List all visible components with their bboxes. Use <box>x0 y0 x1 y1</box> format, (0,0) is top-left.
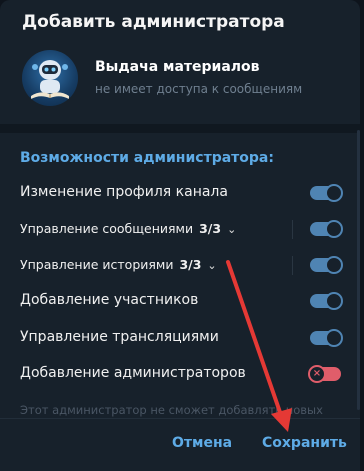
profile-name: Выдача материалов <box>95 59 260 75</box>
permission-label[interactable]: Управление историями 3/3 ⌄ <box>20 257 217 272</box>
permission-label-text: Управление сообщениями <box>20 221 194 236</box>
permissions-title: Возможности администратора: <box>20 150 274 166</box>
section-divider <box>0 124 360 133</box>
permission-toggle[interactable] <box>310 184 343 202</box>
permission-toggle[interactable] <box>310 292 343 310</box>
toggle-knob <box>325 329 343 347</box>
permission-toggle[interactable] <box>310 220 343 238</box>
permission-label-text: Управление историями <box>20 257 174 272</box>
permission-row[interactable]: Изменение профиля канала <box>0 175 360 211</box>
vertical-separator <box>292 256 293 275</box>
permission-count: 3/3 <box>179 257 202 272</box>
dialog-title: Добавить администратора <box>22 12 285 32</box>
permission-label: Управление трансляциями <box>20 329 219 345</box>
profile-header: Выдача материалов не имеет доступа к соо… <box>22 50 342 110</box>
toggle-knob <box>325 220 343 238</box>
permission-label[interactable]: Управление сообщениями 3/3 ⌄ <box>20 221 236 236</box>
chevron-down-icon[interactable]: ⌄ <box>207 259 216 272</box>
toggle-knob <box>325 256 343 274</box>
permission-row[interactable]: Добавление участников <box>0 283 360 319</box>
permission-label: Добавление администраторов <box>20 365 246 381</box>
cancel-button[interactable]: Отмена <box>172 435 232 451</box>
permissions-note: Этот администратор не сможет добавлять н… <box>20 403 323 417</box>
permission-count: 3/3 <box>199 221 222 236</box>
permission-row[interactable]: Добавление администраторов × <box>0 356 360 392</box>
toggle-knob <box>325 292 343 310</box>
vertical-separator <box>292 220 293 239</box>
robot-avatar <box>22 50 78 106</box>
permission-label-text: Управление трансляциями <box>20 329 219 345</box>
toggle-knob <box>325 184 343 202</box>
permission-row[interactable]: Управление трансляциями <box>0 320 360 356</box>
dialog-footer: Отмена Сохранить <box>0 418 360 471</box>
permission-row[interactable]: Управление историями 3/3 ⌄ <box>0 247 360 283</box>
permission-label-text: Добавление администраторов <box>20 365 246 381</box>
add-admin-dialog: Добавить администратора Выдача материало… <box>0 0 360 471</box>
permission-toggle[interactable] <box>310 256 343 274</box>
permission-row[interactable]: Управление сообщениями 3/3 ⌄ <box>0 211 360 247</box>
permission-toggle[interactable]: × <box>308 365 341 383</box>
close-icon: × <box>308 365 326 383</box>
permission-label-text: Изменение профиля канала <box>20 184 228 200</box>
chevron-down-icon[interactable]: ⌄ <box>227 223 236 236</box>
permission-label: Добавление участников <box>20 292 198 308</box>
profile-status: не имеет доступа к сообщениям <box>95 82 303 96</box>
permission-label: Изменение профиля канала <box>20 184 228 200</box>
permission-toggle[interactable] <box>310 329 343 347</box>
scrollbar[interactable] <box>357 130 360 410</box>
save-button[interactable]: Сохранить <box>262 435 347 451</box>
permission-label-text: Добавление участников <box>20 292 199 308</box>
